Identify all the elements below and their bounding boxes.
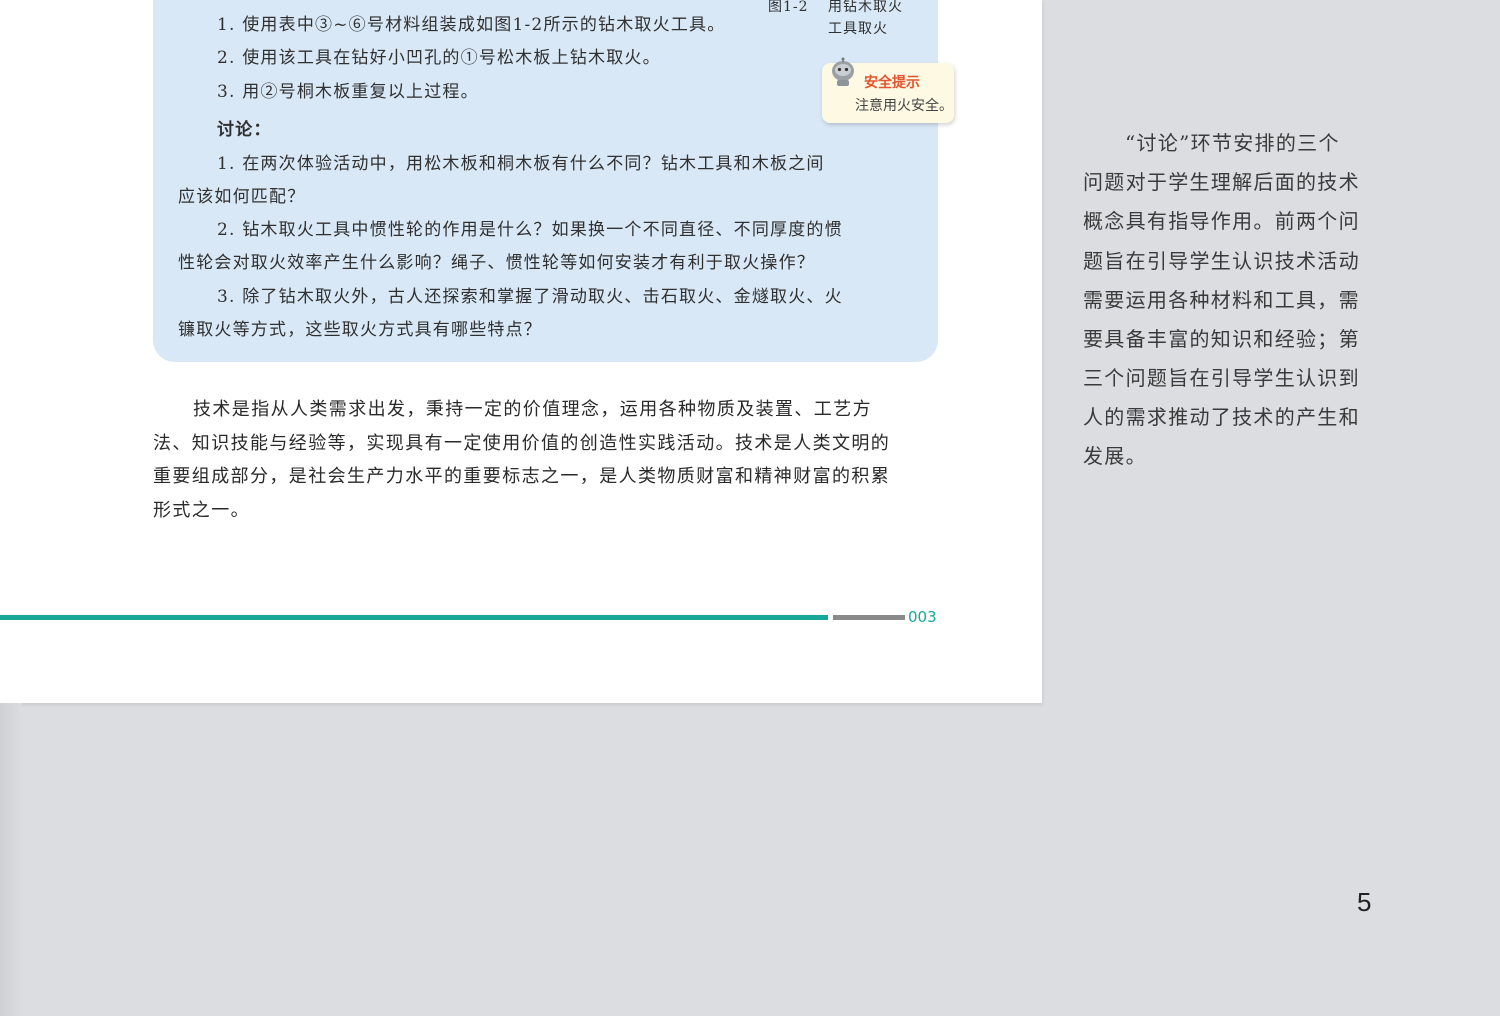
body-text-line-4: 形式之一。 [153,500,250,521]
robot-mascot-icon [832,57,854,86]
outer-page-number: 5 [1357,887,1372,917]
discussion-line-6: 镰取火等方式，这些取火方式具有哪些特点？ [178,320,542,340]
safety-tip-title: 安全提示 [864,75,920,91]
margin-note-line-5: 需要运用各种材料和工具，需 [1083,288,1360,312]
figure-caption-line-1: 用钻木取火 [828,0,903,15]
safety-tip-text: 注意用火安全。 [855,98,953,114]
discussion-line-4: 性轮会对取火效率产生什么影响？绳子、惯性轮等如何安装才有利于取火操作？ [178,253,815,273]
figure-caption-line-2: 工具取火 [828,21,888,37]
margin-note-line-7: 三个问题旨在引导学生认识到 [1083,366,1360,390]
body-text-line-2: 法、知识技能与经验等，实现具有一定使用价值的创造性实践活动。技术是人类文明的 [153,433,891,454]
inner-page-number: 003 [908,608,937,626]
footer-rule-teal [0,615,828,620]
activity-step-1: 1. 使用表中③~⑥号材料组装成如图1-2所示的钻木取火工具。 [217,15,726,35]
margin-note-line-3: 概念具有指导作用。前两个问 [1083,209,1360,233]
margin-note-line-8: 人的需求推动了技术的产生和 [1083,405,1360,429]
page-edge-shadow [0,703,22,1016]
margin-note-line-6: 要具备丰富的知识和经验；第 [1083,327,1360,351]
footer-rule-gray [833,615,905,620]
discussion-line-5: 3. 除了钻木取火外，古人还探索和掌握了滑动取火、击石取火、金燧取火、火 [217,287,843,307]
body-text-line-1: 技术是指从人类需求出发，秉持一定的价值理念，运用各种物质及装置、工艺方 [193,399,872,420]
discussion-line-2: 应该如何匹配？ [178,187,306,207]
discussion-label: 讨论： [217,120,272,140]
discussion-line-3: 2. 钻木取火工具中惯性轮的作用是什么？如果换一个不同直径、不同厚度的惯 [217,220,843,240]
safety-tip-card: 安全提示 注意用火安全。 [822,57,954,123]
margin-note-line-9: 发展。 [1083,444,1147,468]
discussion-line-1: 1. 在两次体验活动中，用松木板和桐木板有什么不同？钻木工具和木板之间 [217,154,825,174]
activity-step-3: 3. 用②号桐木板重复以上过程。 [217,82,479,102]
margin-note-line-2: 问题对于学生理解后面的技术 [1083,170,1360,194]
activity-step-2: 2. 使用该工具在钻好小凹孔的①号松木板上钻木取火。 [217,48,661,68]
margin-note-line-4: 题旨在引导学生认识技术活动 [1083,249,1360,273]
body-text-line-3: 重要组成部分，是社会生产力水平的重要标志之一，是人类物质财富和精神财富的积累 [153,466,891,487]
figure-number: 图1-2 [768,0,809,15]
margin-note-line-1: “讨论”环节安排的三个 [1125,131,1340,155]
textbook-page: 1. 使用表中③~⑥号材料组装成如图1-2所示的钻木取火工具。 2. 使用该工具… [0,0,1042,703]
